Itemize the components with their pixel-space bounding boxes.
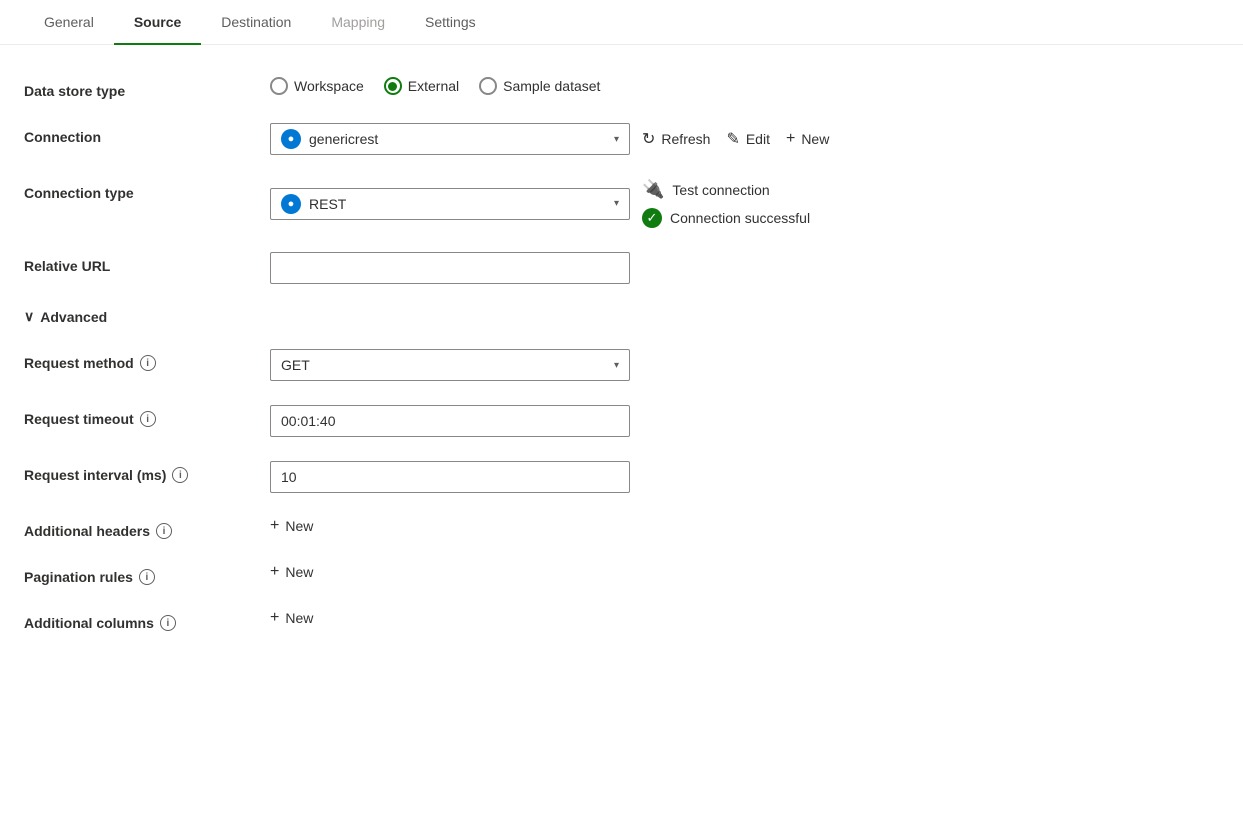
request-timeout-info-icon[interactable]: i — [140, 411, 156, 427]
additional-columns-label: Additional columns i — [24, 609, 254, 631]
additional-headers-controls: + New — [270, 517, 876, 535]
additional-headers-info-icon[interactable]: i — [156, 523, 172, 539]
refresh-button[interactable]: ↻ Refresh — [642, 129, 710, 149]
advanced-toggle[interactable]: ∨ Advanced — [24, 308, 876, 325]
connection-row: Connection ● genericrest ▾ ↻ Refresh ✎ E… — [24, 123, 876, 155]
request-method-info-icon[interactable]: i — [140, 355, 156, 371]
request-method-dropdown[interactable]: GET ▾ — [270, 349, 630, 381]
request-method-controls: GET ▾ — [270, 349, 876, 381]
additional-columns-controls: + New — [270, 609, 876, 627]
request-interval-input[interactable] — [270, 461, 630, 493]
radio-external[interactable]: External — [384, 77, 459, 95]
connection-dropdown[interactable]: ● genericrest ▾ — [270, 123, 630, 155]
data-store-type-label: Data store type — [24, 77, 254, 99]
tab-settings[interactable]: Settings — [405, 0, 496, 44]
relative-url-row: Relative URL — [24, 252, 876, 284]
test-connection-button[interactable]: 🔌 Test connection — [642, 179, 810, 200]
edit-button[interactable]: ✎ Edit — [726, 129, 770, 149]
additional-columns-row: Additional columns i + New — [24, 609, 876, 631]
request-interval-row: Request interval (ms) i — [24, 461, 876, 493]
radio-external-circle — [384, 77, 402, 95]
radio-sample[interactable]: Sample dataset — [479, 77, 600, 95]
pagination-rules-label: Pagination rules i — [24, 563, 254, 585]
additional-headers-row: Additional headers i + New — [24, 517, 876, 539]
tab-bar: General Source Destination Mapping Setti… — [0, 0, 1243, 45]
test-connection-group: 🔌 Test connection ✓ Connection successfu… — [642, 179, 810, 228]
request-interval-label: Request interval (ms) i — [24, 461, 254, 483]
connection-type-row: Connection type ● REST ▾ 🔌 Test connecti… — [24, 179, 876, 228]
pagination-rules-info-icon[interactable]: i — [139, 569, 155, 585]
relative-url-label: Relative URL — [24, 252, 254, 274]
connection-dropdown-left: ● genericrest — [281, 129, 378, 149]
additional-headers-new-button[interactable]: + New — [270, 517, 313, 535]
additional-headers-label: Additional headers i — [24, 517, 254, 539]
refresh-icon: ↻ — [642, 129, 655, 149]
connection-type-dropdown[interactable]: ● REST ▾ — [270, 188, 630, 220]
request-timeout-row: Request timeout i — [24, 405, 876, 437]
tab-general[interactable]: General — [24, 0, 114, 44]
request-timeout-input[interactable] — [270, 405, 630, 437]
connection-type-chevron-icon: ▾ — [614, 198, 619, 209]
pagination-rules-plus-icon: + — [270, 563, 279, 581]
radio-workspace-circle — [270, 77, 288, 95]
request-method-chevron-icon: ▾ — [614, 360, 619, 371]
connection-label: Connection — [24, 123, 254, 145]
relative-url-input[interactable] — [270, 252, 630, 284]
data-store-type-controls: Workspace External Sample dataset — [270, 77, 876, 95]
tab-destination[interactable]: Destination — [201, 0, 311, 44]
tab-mapping: Mapping — [311, 0, 405, 44]
radio-group-data-store: Workspace External Sample dataset — [270, 77, 600, 95]
connection-success-row: ✓ Connection successful — [642, 208, 810, 228]
connection-type-label: Connection type — [24, 179, 254, 201]
additional-columns-info-icon[interactable]: i — [160, 615, 176, 631]
additional-columns-plus-icon: + — [270, 609, 279, 627]
test-connection-icon: 🔌 — [642, 179, 664, 200]
success-check-icon: ✓ — [642, 208, 662, 228]
pagination-rules-row: Pagination rules i + New — [24, 563, 876, 585]
additional-columns-new-button[interactable]: + New — [270, 609, 313, 627]
request-method-dropdown-left: GET — [281, 357, 310, 373]
data-store-type-row: Data store type Workspace External Sampl… — [24, 77, 876, 99]
request-interval-controls — [270, 461, 876, 493]
connection-chevron-icon: ▾ — [614, 134, 619, 145]
tab-source[interactable]: Source — [114, 0, 201, 44]
connection-actions: ↻ Refresh ✎ Edit + New — [642, 129, 829, 149]
advanced-collapse-icon: ∨ — [24, 308, 34, 325]
pagination-rules-controls: + New — [270, 563, 876, 581]
request-method-row: Request method i GET ▾ — [24, 349, 876, 381]
radio-workspace[interactable]: Workspace — [270, 77, 364, 95]
new-connection-plus-icon: + — [786, 130, 795, 148]
request-timeout-controls — [270, 405, 876, 437]
additional-headers-plus-icon: + — [270, 517, 279, 535]
form-content: Data store type Workspace External Sampl… — [0, 45, 900, 687]
request-method-label: Request method i — [24, 349, 254, 371]
request-interval-info-icon[interactable]: i — [172, 467, 188, 483]
connection-type-controls: ● REST ▾ 🔌 Test connection ✓ Connection … — [270, 179, 876, 228]
relative-url-controls — [270, 252, 876, 284]
connection-icon: ● — [281, 129, 301, 149]
connection-type-dropdown-left: ● REST — [281, 194, 346, 214]
connection-controls: ● genericrest ▾ ↻ Refresh ✎ Edit + New — [270, 123, 876, 155]
connection-type-icon: ● — [281, 194, 301, 214]
edit-icon: ✎ — [726, 129, 739, 149]
new-connection-button[interactable]: + New — [786, 130, 829, 148]
pagination-rules-new-button[interactable]: + New — [270, 563, 313, 581]
request-timeout-label: Request timeout i — [24, 405, 254, 427]
radio-sample-circle — [479, 77, 497, 95]
